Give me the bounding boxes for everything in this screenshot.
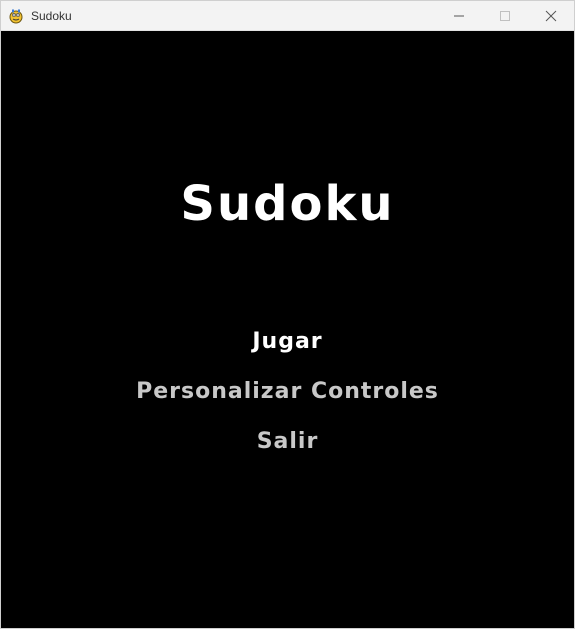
pygame-snake-icon (8, 8, 24, 24)
minimize-button[interactable] (436, 1, 482, 30)
game-title: Sudoku (180, 176, 395, 232)
menu-item-personalizar-controles[interactable]: Personalizar Controles (1, 378, 574, 406)
menu-item-salir[interactable]: Salir (1, 428, 574, 456)
minimize-icon (454, 15, 464, 16)
maximize-button[interactable] (482, 1, 528, 30)
game-canvas[interactable]: Sudoku Jugar Personalizar Controles Sali… (1, 31, 574, 628)
window-controls (436, 1, 574, 30)
menu-item-jugar[interactable]: Jugar (1, 328, 574, 356)
app-window: Sudoku Sudoku Jugar Personalizar Control… (0, 0, 575, 629)
maximize-icon (500, 10, 510, 21)
close-button[interactable] (528, 1, 574, 30)
window-title: Sudoku (31, 8, 72, 23)
title-bar[interactable]: Sudoku (1, 1, 574, 31)
close-icon (545, 10, 557, 21)
